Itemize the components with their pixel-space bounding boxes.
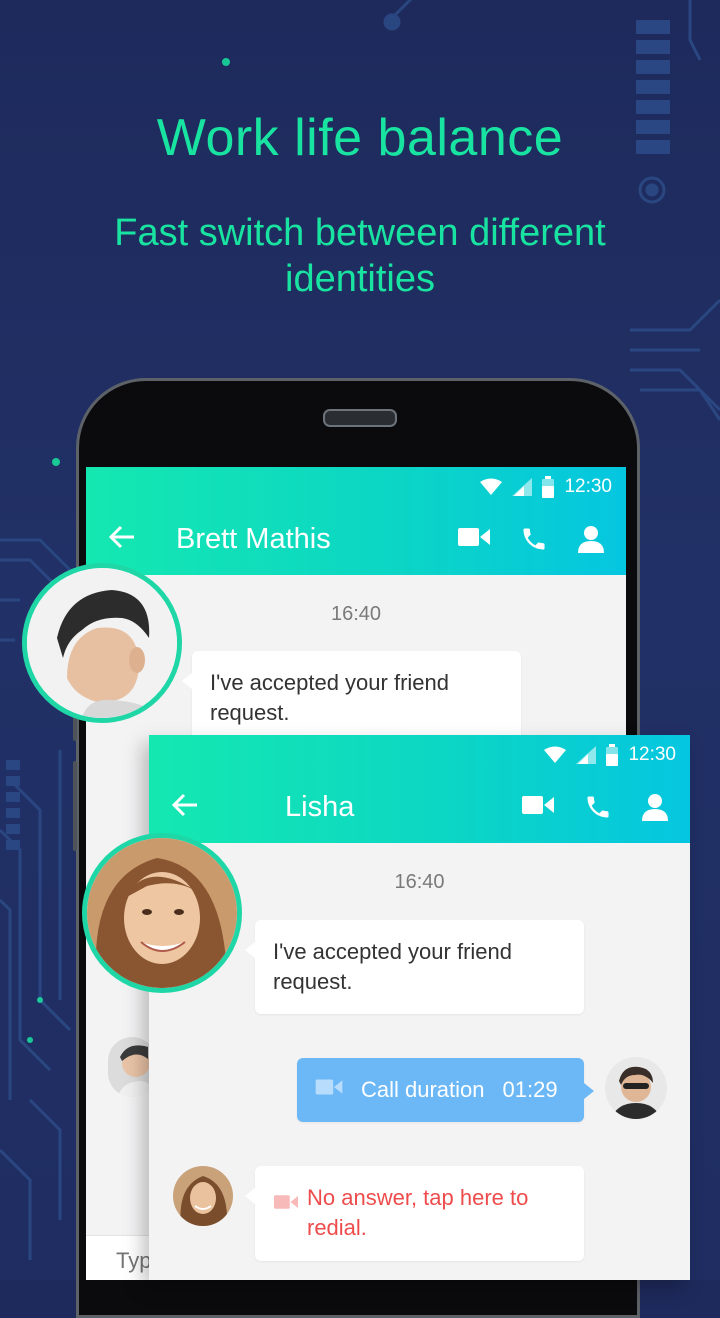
call-duration-bubble[interactable]: Call duration 01:29 [297,1058,594,1122]
wifi-icon [544,746,567,764]
profile-icon[interactable] [578,525,604,555]
phone-call-icon[interactable] [520,525,548,555]
call-duration: 01:29 [502,1077,558,1102]
contact-avatar [82,833,242,993]
app-bar: 12:30 Brett Mathis [86,467,626,575]
call-label: Call duration [361,1077,485,1102]
headline-subtitle: Fast switch between different identities [114,212,606,300]
appbar-actions [458,525,604,555]
message-bubble-incoming: I've accepted your friend request. [245,920,584,1014]
status-time: 12:30 [628,744,676,765]
signal-icon [576,746,597,764]
profile-icon[interactable] [642,793,668,823]
contact-avatar-small [173,1166,233,1226]
wifi-icon [480,478,503,496]
missed-call-text: No answer, tap here to redial. [307,1185,529,1240]
video-call-icon [315,1075,343,1105]
contact-name: Lisha [285,791,355,823]
phone-speaker [323,409,397,427]
chat-screen-front: 12:30 Lisha 16:40 I've accepted your fri… [149,735,690,1280]
video-call-icon [273,1189,299,1219]
status-bar: 12:30 [480,475,612,499]
back-arrow-icon[interactable] [171,793,199,822]
status-time: 12:30 [564,476,612,497]
contact-avatar [22,563,182,723]
signal-icon [512,478,533,496]
appbar-actions [522,793,668,823]
video-call-icon[interactable] [522,793,554,823]
app-bar: 12:30 Lisha [149,735,690,843]
battery-icon [542,476,555,498]
status-bar: 12:30 [544,743,676,767]
battery-icon [606,744,619,766]
volume-button [73,761,77,851]
headline-title: Work life balance [156,109,564,167]
my-avatar [605,1057,667,1119]
video-call-icon[interactable] [458,525,490,555]
back-arrow-icon[interactable] [108,525,136,554]
missed-call-bubble[interactable]: No answer, tap here to redial. [245,1166,584,1261]
contact-name: Brett Mathis [176,523,331,555]
phone-call-icon[interactable] [584,793,612,823]
